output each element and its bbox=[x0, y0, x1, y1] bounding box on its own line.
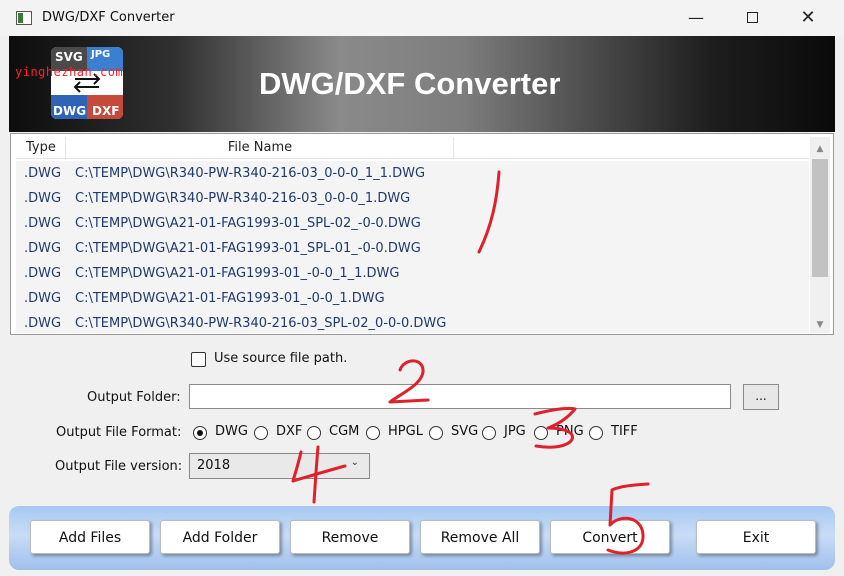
radio-hpgl[interactable] bbox=[366, 426, 380, 440]
radio-label-tiff: TIFF bbox=[611, 424, 638, 439]
radio-dxf[interactable] bbox=[254, 426, 268, 440]
column-header-file-name[interactable]: File Name bbox=[67, 137, 454, 159]
convert-button[interactable]: Convert bbox=[550, 520, 670, 554]
radio-label-dxf: DXF bbox=[276, 424, 303, 439]
list-item[interactable]: .DWG C:\TEMP\DWG\R340-PW-R340-216-03_0-0-… bbox=[16, 161, 809, 186]
scroll-up-icon[interactable]: ▲ bbox=[810, 139, 830, 159]
close-button[interactable]: ✕ bbox=[780, 0, 836, 36]
radio-png[interactable] bbox=[534, 426, 548, 440]
chevron-down-icon: ⌄ bbox=[350, 457, 359, 468]
radio-cgm[interactable] bbox=[307, 426, 321, 440]
use-source-path-label: Use source file path. bbox=[214, 351, 348, 366]
output-folder-input[interactable] bbox=[189, 384, 731, 409]
radio-label-png: PNG bbox=[556, 424, 584, 439]
output-folder-label: Output Folder: bbox=[87, 390, 181, 405]
list-header: Type File Name bbox=[16, 137, 809, 159]
remove-button[interactable]: Remove bbox=[290, 520, 410, 554]
list-item[interactable]: .DWG C:\TEMP\DWG\R340-PW-R340-216-03_0-0-… bbox=[16, 186, 809, 211]
output-version-label: Output File version: bbox=[55, 459, 183, 474]
maximize-icon bbox=[746, 11, 758, 23]
list-item[interactable]: .DWG C:\TEMP\DWG\A21-01-FAG1993-01_-0-0_1… bbox=[16, 261, 809, 286]
vertical-scrollbar[interactable]: ▲ ▼ bbox=[810, 137, 830, 333]
output-version-select[interactable]: 2018 ⌄ bbox=[189, 453, 370, 479]
radio-label-svg: SVG bbox=[451, 424, 479, 439]
radio-dwg[interactable] bbox=[193, 426, 207, 440]
app-logo: SVG JPG DWG DXF bbox=[51, 47, 123, 119]
radio-tiff[interactable] bbox=[589, 426, 603, 440]
radio-label-dwg: DWG bbox=[215, 424, 248, 439]
header-banner: SVG JPG DWG DXF yinghezhan.com DWG/DXF C… bbox=[9, 36, 835, 132]
radio-label-cgm: CGM bbox=[329, 424, 360, 439]
add-files-button[interactable]: Add Files bbox=[30, 520, 150, 554]
banner-title: DWG/DXF Converter bbox=[259, 66, 561, 101]
add-folder-button[interactable]: Add Folder bbox=[160, 520, 280, 554]
list-item[interactable]: .DWG C:\TEMP\DWG\A21-01-FAG1993-01_SPL-01… bbox=[16, 236, 809, 261]
output-format-label: Output File Format: bbox=[56, 425, 182, 440]
window-title: DWG/DXF Converter bbox=[42, 10, 175, 25]
browse-button[interactable]: ... bbox=[743, 384, 779, 410]
radio-label-jpg: JPG bbox=[504, 424, 526, 439]
radio-jpg[interactable] bbox=[482, 426, 496, 440]
list-item[interactable]: .DWG C:\TEMP\DWG\A21-01-FAG1993-01_SPL-02… bbox=[16, 211, 809, 236]
exit-button[interactable]: Exit bbox=[696, 520, 816, 554]
list-item[interactable]: .DWG C:\TEMP\DWG\A21-01-FAG1993-01_-0-0_1… bbox=[16, 286, 809, 311]
output-version-value: 2018 bbox=[197, 458, 231, 473]
list-item[interactable]: .DWG C:\TEMP\DWG\R340-PW-R340-216-03_SPL-… bbox=[16, 311, 809, 333]
title-bar: DWG/DXF Converter — ✕ bbox=[0, 0, 844, 36]
maximize-button[interactable] bbox=[724, 0, 780, 36]
column-header-type[interactable]: Type bbox=[16, 137, 66, 159]
file-list[interactable]: Type File Name .DWG C:\TEMP\DWG\R340-PW-R… bbox=[10, 133, 834, 335]
list-rows: .DWG C:\TEMP\DWG\R340-PW-R340-216-03_0-0-… bbox=[16, 161, 809, 333]
remove-all-button[interactable]: Remove All bbox=[420, 520, 540, 554]
watermark-text: yinghezhan.com bbox=[15, 65, 124, 79]
radio-svg[interactable] bbox=[429, 426, 443, 440]
use-source-path-checkbox[interactable] bbox=[191, 352, 206, 367]
app-icon bbox=[16, 11, 32, 25]
radio-label-hpgl: HPGL bbox=[388, 424, 423, 439]
minimize-button[interactable]: — bbox=[668, 0, 724, 36]
scrollbar-thumb[interactable] bbox=[812, 159, 828, 277]
scroll-down-icon[interactable]: ▼ bbox=[810, 315, 830, 335]
